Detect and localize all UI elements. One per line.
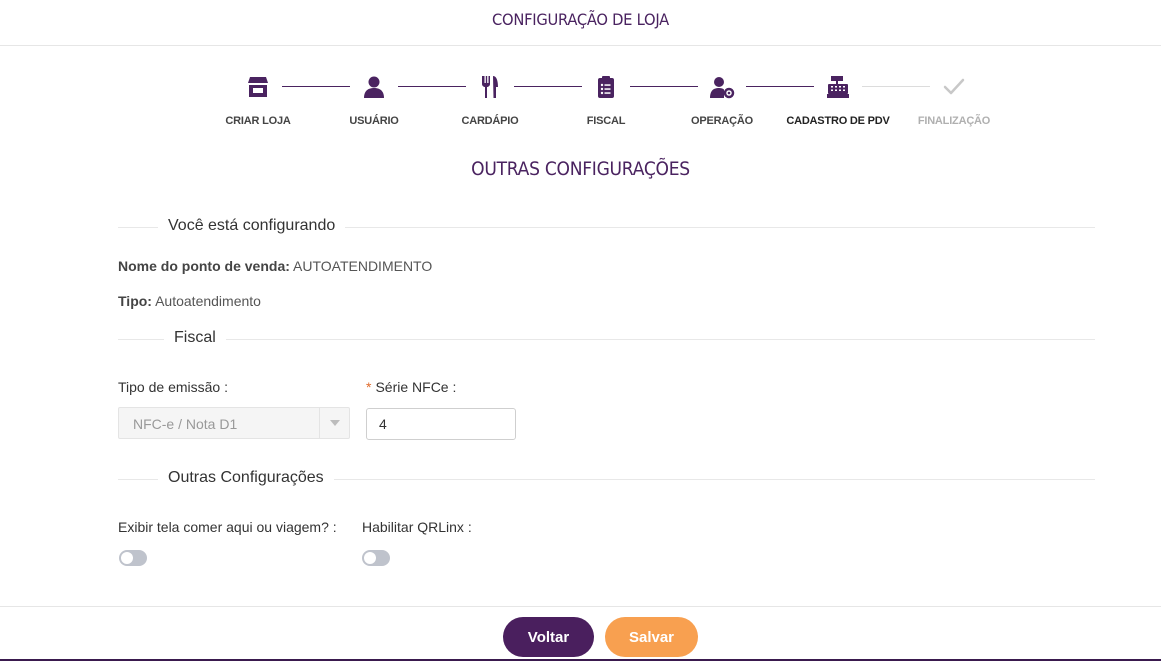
configuring-heading: Você está configurando bbox=[158, 217, 346, 235]
qrlinx-toggle[interactable] bbox=[362, 550, 390, 566]
step-label-finalizacao: FINALIZAÇÃO bbox=[917, 115, 991, 127]
store-icon bbox=[243, 72, 273, 102]
user-gear-icon bbox=[707, 72, 737, 102]
series-label: * Série NFCe : bbox=[366, 379, 457, 395]
stepper: CRIAR LOJA USUÁRIO CARDÁPIO FISCAL OPERA… bbox=[0, 0, 1161, 140]
section-title: OUTRAS CONFIGURAÇÕES bbox=[471, 158, 690, 180]
pos-name-info: Nome do ponto de venda: AUTOATENDIMENTO bbox=[118, 258, 432, 274]
emission-type-select[interactable]: NFC-e / Nota D1 bbox=[118, 407, 350, 439]
pos-name-value: AUTOATENDIMENTO bbox=[293, 258, 433, 274]
step-connector bbox=[282, 86, 350, 87]
back-button[interactable]: Voltar bbox=[503, 617, 594, 657]
step-connector bbox=[514, 86, 582, 87]
cash-register-icon bbox=[823, 72, 853, 102]
pos-name-label: Nome do ponto de venda: bbox=[118, 258, 290, 274]
divider bbox=[118, 339, 1095, 340]
clipboard-icon bbox=[591, 72, 621, 102]
qrlinx-label: Habilitar QRLinx : bbox=[362, 519, 472, 535]
user-icon bbox=[359, 72, 389, 102]
dine-option-toggle[interactable] bbox=[119, 550, 147, 566]
save-button[interactable]: Salvar bbox=[605, 617, 698, 657]
emission-type-value: NFC-e / Nota D1 bbox=[133, 416, 238, 432]
emission-type-label: Tipo de emissão : bbox=[118, 379, 228, 395]
step-connector bbox=[398, 86, 466, 87]
cutlery-icon bbox=[475, 72, 505, 102]
series-input[interactable] bbox=[366, 408, 516, 440]
fiscal-heading: Fiscal bbox=[164, 329, 226, 347]
check-icon bbox=[939, 72, 969, 102]
other-settings-heading: Outras Configurações bbox=[158, 469, 334, 487]
dine-option-label: Exibir tela comer aqui ou viagem? : bbox=[118, 519, 337, 535]
toggle-knob bbox=[121, 552, 133, 564]
pos-type-info: Tipo: Autoatendimento bbox=[118, 293, 261, 309]
pos-type-value: Autoatendimento bbox=[155, 293, 261, 309]
chevron-down-icon[interactable] bbox=[319, 408, 349, 438]
step-connector bbox=[630, 86, 698, 87]
required-mark: * bbox=[366, 379, 372, 395]
toggle-knob bbox=[364, 552, 376, 564]
step-connector bbox=[862, 86, 930, 87]
step-connector bbox=[746, 86, 814, 87]
pos-type-label: Tipo: bbox=[118, 293, 152, 309]
